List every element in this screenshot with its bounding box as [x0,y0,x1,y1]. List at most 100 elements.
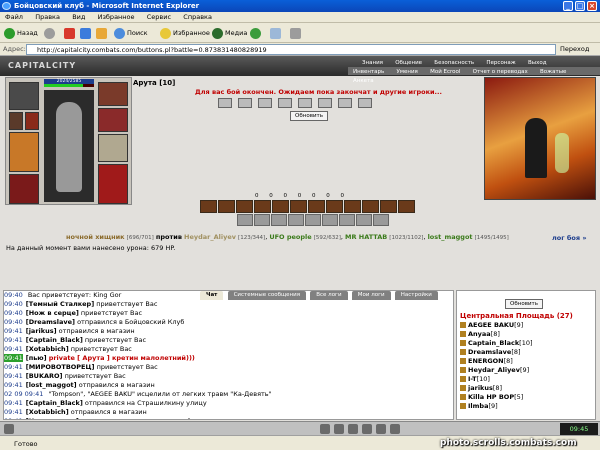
online-user[interactable]: Anyaa[8] [460,330,533,339]
battle-log-link[interactable]: лог боя » [552,234,587,242]
close-button[interactable]: × [587,1,597,11]
chat-time[interactable]: 09:40 [4,291,23,299]
spell-slot-6[interactable] [318,98,332,108]
online-user[interactable]: Dreamslave[8] [460,348,533,357]
refresh-button[interactable] [80,26,93,40]
user-name[interactable]: ENERGON [468,357,504,365]
online-user[interactable]: Ilmba[9] [460,402,533,411]
user-name[interactable]: Anyaa [468,330,491,338]
favorites-button[interactable]: Избранное [160,26,210,40]
chat-time[interactable]: 09:41 [4,327,23,335]
earring-slot[interactable] [9,112,23,130]
spell-slot-3[interactable] [258,98,272,108]
menu-view[interactable]: Вид [67,12,90,23]
user-name[interactable]: AEGEE BAKU [468,321,514,329]
tab-chat[interactable]: Чат [200,291,224,300]
nav-ecrool[interactable]: Мой Ecrool [425,68,465,76]
scroll-icon-8[interactable] [356,214,372,226]
spell-slot-7[interactable] [338,98,352,108]
ability-icon-12[interactable] [398,200,415,213]
home-button[interactable] [96,26,109,40]
ability-icon-4[interactable] [254,200,271,213]
player-name[interactable]: Арута [10] [133,79,175,87]
chat-sender[interactable]: [пью] [26,354,47,362]
ability-icon-3[interactable] [236,200,253,213]
tab-my-logs[interactable]: Мои логи [351,291,391,300]
chat-time[interactable]: 09:40 [4,300,23,308]
stop-button[interactable] [64,26,77,40]
spell-slot-1[interactable] [218,98,232,108]
ability-icon-1[interactable] [200,200,217,213]
media-button[interactable]: Медиа [212,26,247,40]
nav-character[interactable]: Персонаж [481,60,520,66]
ability-icon-8[interactable] [326,200,343,213]
history-button[interactable] [250,26,263,40]
sound-icon[interactable] [376,424,386,434]
arrow-left-icon[interactable] [4,424,14,434]
amulet-slot[interactable] [25,112,39,130]
ability-icon-9[interactable] [344,200,361,213]
tab-settings[interactable]: Настройки [394,291,438,300]
online-user[interactable]: AEGEE BAKU[9] [460,321,533,330]
chat-time[interactable]: 09:40 [4,309,23,317]
clear-icon[interactable] [348,424,358,434]
nav-communication[interactable]: Общение [390,60,427,66]
spell-slot-8[interactable] [358,98,372,108]
online-user[interactable]: Captain_Black[10] [460,339,533,348]
ability-icon-10[interactable] [362,200,379,213]
user-name[interactable]: Dreamslave [468,348,511,356]
chat-time[interactable]: 09:40 [4,318,23,326]
chat-time[interactable]: 09:41 [4,354,23,362]
chat-time[interactable]: 09:41 [4,372,23,380]
chat-time[interactable]: 09:41 [4,363,23,371]
forward-button[interactable] [44,26,57,40]
menu-edit[interactable]: Правка [30,12,65,23]
spell-slot-2[interactable] [238,98,252,108]
mail-button[interactable] [270,26,283,40]
search-button[interactable]: Поиск [114,26,148,40]
scroll-icon-9[interactable] [373,214,389,226]
user-name[interactable]: I-T [468,375,477,383]
filter-icon[interactable] [334,424,344,434]
translit-icon[interactable] [362,424,372,434]
chat-sender[interactable]: [Captain_Black] [26,399,83,407]
user-name[interactable]: jarikus [468,384,493,392]
menu-tools[interactable]: Сервис [142,12,176,23]
nav-profile[interactable]: Анкета [348,77,379,85]
online-user[interactable]: I-T[10] [460,375,533,384]
armor-slot[interactable] [9,174,39,204]
tab-all-logs[interactable]: Все логи [310,291,348,300]
users-refresh-button[interactable]: Обновить [505,299,543,309]
spell-slot-4[interactable] [278,98,292,108]
nav-inventory[interactable]: Инвентарь [348,68,389,76]
nav-skills[interactable]: Умения [391,68,422,76]
user-name[interactable]: Ilmba [468,402,488,410]
smile-icon[interactable] [320,424,330,434]
chat-time[interactable]: 09:41 [4,417,23,419]
chat-time[interactable]: 09:41 [4,399,23,407]
opponent-3-name[interactable]: MR HATTAB [345,233,387,241]
user-name[interactable]: Killa HP BOP [468,393,514,401]
minimize-button[interactable]: _ [563,1,573,11]
chat-sender[interactable]: [Dreamslave] [26,318,75,326]
ability-icon-11[interactable] [380,200,397,213]
nav-knowledge[interactable]: Знания [357,60,388,66]
opponent-2-name[interactable]: UFO people [269,233,311,241]
opponent-4-name[interactable]: lost_maggot [428,233,473,241]
ally-name[interactable]: ночной хищник [66,233,125,241]
menu-file[interactable]: Файл [0,12,28,23]
helmet-slot[interactable] [9,82,39,110]
scroll-icon-1[interactable] [237,214,253,226]
weapon-slot[interactable] [9,132,39,172]
menu-favorites[interactable]: Избранное [93,12,140,23]
gloves-slot[interactable] [98,82,128,106]
chat-sender[interactable]: [lost_maggot] [26,381,77,389]
exit-chat-icon[interactable] [390,424,400,434]
chat-sender[interactable]: [Темный Сталкер] [26,300,94,308]
rings-slot[interactable] [98,108,128,132]
user-name[interactable]: Heydar_Aliyev [468,366,520,374]
battle-refresh-button[interactable]: Обновить [290,111,328,121]
go-button[interactable]: Переход [560,45,589,53]
boots-slot[interactable] [98,164,128,204]
opponent-1-name[interactable]: Heydar_Aliyev [184,233,236,241]
